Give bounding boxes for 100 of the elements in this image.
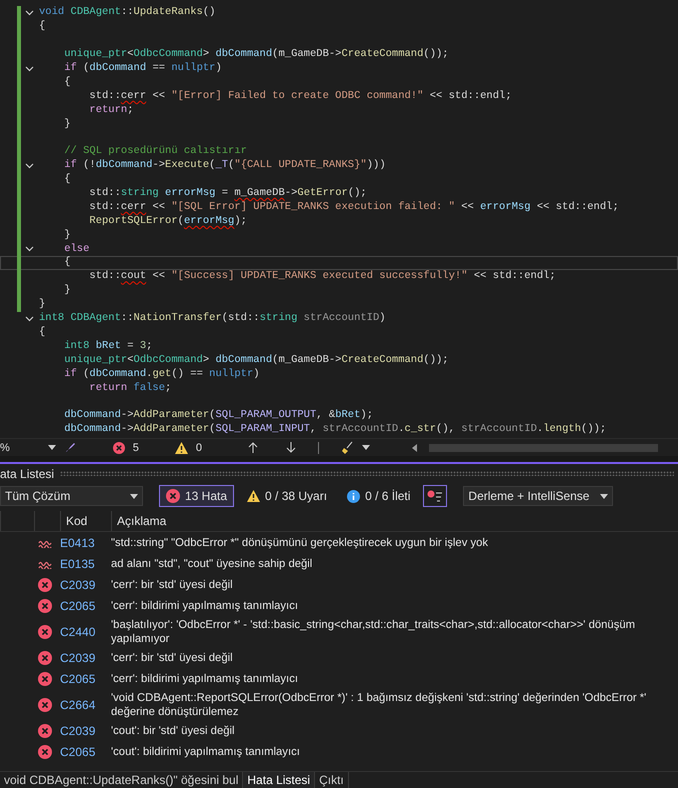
code-line: int8 bRet = 3; [63,340,152,353]
code-line: if (dbCommand == nullptr) [63,62,222,76]
info-icon [347,490,360,502]
collapse-chevron-icon[interactable] [25,162,34,169]
down-arrow-icon[interactable] [286,442,296,453]
error-icon [112,442,125,454]
code-line: std::cerr << "[Error] Failed to create ODBC command!" << std::endl; [88,90,512,103]
error-code[interactable]: C2039 [60,650,111,664]
code-line: dbCommand->AddParameter(SQL_PARAM_INPUT, strAccountID.c_str(), strAccountID.length()); [63,423,606,436]
error-icon [38,650,52,664]
error-code[interactable]: C2039 [60,578,111,592]
filter-button[interactable]: 0 / 38 Uyarı [240,485,334,507]
code-line: std::cout << "[Success] UPDATE_RANKS executed successfully!" << std::endl; [88,270,556,284]
error-code[interactable]: C2065 [60,598,111,612]
horizontal-scrollbar[interactable] [429,444,658,452]
panel-splitter[interactable] [0,456,678,464]
error-description: 'cerr': bildirimi yapılmamış tanımlayıcı [111,598,298,612]
error-code[interactable]: C2065 [60,744,111,758]
code-line: } [63,118,71,131]
error-row[interactable]: C2664 'void CDBAgent::ReportSQLError(OdbcError *)' : 1 bağımsız değişkeni 'std::string' değerinden 'OdbcError *' değerine dönüştürülemez [0,689,678,720]
error-icon [166,489,180,503]
code-line: // SQL prosedürünü calıstırır [63,145,247,158]
error-description: 'başlatılıyor': 'OdbcError *' - 'std::basic_string<char,std::char_traits<char>,std::allocator<char>>' dönüşüm yapılamıyor [111,618,636,646]
filter-button[interactable]: 0 / 6 İleti [340,485,418,507]
code-line: std::cerr << "[SQL Error] UPDATE_RANKS execution failed: " << errorMsg << std::endl; [88,200,619,214]
caret-icon [600,494,608,498]
code-line: { [39,326,46,339]
warning-icon [247,490,260,502]
error-code[interactable]: C2039 [60,724,111,738]
error-row[interactable]: C2039 'cout': bir 'std' üyesi değil [0,720,678,741]
error-description: 'cerr': bildirimi yapılmamış tanımlayıcı [111,672,298,686]
code-line: int8 CDBAgent::NationTransfer(std::string strAccountID) [39,312,386,326]
code-line: if (!dbCommand->Execute(_T("{CALL UPDATE_RANKS}"))) [63,159,386,172]
panel-title: ata Listesi [0,466,54,480]
code-line: return; [88,104,134,117]
code-line: { [63,256,71,270]
code-line: { [63,76,71,89]
source-dropdown[interactable]: Derleme + IntelliSense [463,486,614,506]
scroll-left-icon[interactable] [412,444,418,452]
error-row[interactable]: C2065 'cout': bildirimi yapılmamış tanımlayıcı [0,741,678,762]
code-line: dbCommand->AddParameter(SQL_PARAM_OUTPUT, &bRet); [63,409,374,422]
column-header[interactable]: Açıklama [111,511,166,531]
error-description: 'void CDBAgent::ReportSQLError(OdbcError *)' : 1 bağımsız değişkeni 'std::string' değerinden 'OdbcError *' değerine dönüştürülemez [111,690,646,718]
warning-count[interactable]: 0 [196,442,202,454]
error-row[interactable]: C2065 'cerr': bildirimi yapılmamış tanımlayıcı [0,668,678,689]
zoom-level[interactable]: % [0,442,10,454]
error-code[interactable]: E0135 [60,556,111,570]
error-description: 'cout': bir 'std' üyesi değil [111,724,235,738]
brush-icon[interactable] [64,441,77,454]
error-description: 'cerr': bir 'std' üyesi değil [111,578,233,592]
error-icon [38,672,52,686]
collapse-chevron-icon[interactable] [25,316,34,322]
collapse-chevron-icon[interactable] [25,66,34,72]
error-icon [38,624,52,638]
filter-toggle-button[interactable] [423,485,448,507]
error-icon [38,578,52,592]
filter-button[interactable]: 13 Hata [159,485,234,507]
error-row[interactable]: C2065 'cerr': bildirimi yapılmamış tanımlayıcı [0,595,678,616]
error-icon [38,724,52,738]
code-line: else [63,242,90,256]
error-icon [38,598,52,612]
panel-tab[interactable]: Hata Listesi [243,772,316,788]
error-code[interactable]: C2664 [60,698,111,712]
up-arrow-icon[interactable] [248,442,258,453]
error-code[interactable]: C2440 [60,624,111,638]
code-line: void CDBAgent::UpdateRanks() [39,6,216,20]
dropdown-caret-icon [362,445,370,450]
error-description: 'cerr': bir 'std' üyesi değil [111,650,233,664]
code-line: ReportSQLError(errorMsg); [88,214,247,228]
error-count[interactable]: 5 [132,442,139,454]
code-line: if (dbCommand.get() == nullptr) [63,368,260,381]
error-code[interactable]: E0413 [60,536,111,550]
error-description: 'cout': bildirimi yapılmamış tanımlayıcı [111,744,300,758]
code-line: std::string errorMsg = m_GameDB->GetError(); [88,187,367,200]
column-header[interactable]: Kod [60,511,111,531]
code-line: { [39,20,46,34]
code-line: } [63,228,71,242]
collapse-chevron-icon[interactable] [25,246,34,252]
caret-icon [130,494,138,498]
collapse-chevron-icon[interactable] [25,10,34,16]
error-code[interactable]: C2065 [60,672,111,686]
code-line: return false; [88,382,172,394]
error-icon [38,698,52,712]
error-row[interactable]: C2039 'cerr': bir 'std' üyesi değil [0,647,678,668]
error-description: ad alanı "std", "cout" üyesine sahip değil [111,556,312,570]
broom-icon[interactable] [341,441,354,454]
error-row[interactable]: C2440 'başlatılıyor': 'OdbcError *' - 'std::basic_string<char,std::char_traits<char>,std::allocator<char>>' dönüşüm yapılamıyor [0,616,678,647]
error-row[interactable]: E0413 "std::string" "OdbcError *" dönüşümünü gerçekleştirecek uygun bir işlev yok [0,532,678,553]
caret-icon [48,445,56,450]
code-line: } [63,284,71,298]
error-row[interactable]: E0135 ad alanı "std", "cout" üyesine sahip değil [0,553,678,574]
code-line: { [63,173,71,186]
error-row[interactable]: C2039 'cerr': bir 'std' üyesi değil [0,574,678,595]
warning-icon [174,442,188,454]
error-description: "std::string" "OdbcError *" dönüşümünü gerçekleştirecek uygun bir işlev yok [111,536,488,550]
code-line: unique_ptr<OdbcCommand> dbCommand(m_GameDB->CreateCommand()); [63,354,449,367]
scope-dropdown[interactable]: Tüm Çözüm [0,486,143,506]
code-line: } [39,298,46,312]
code-line: unique_ptr<OdbcCommand> dbCommand(m_GameDB->CreateCommand()); [63,48,449,62]
error-icon [38,744,52,758]
